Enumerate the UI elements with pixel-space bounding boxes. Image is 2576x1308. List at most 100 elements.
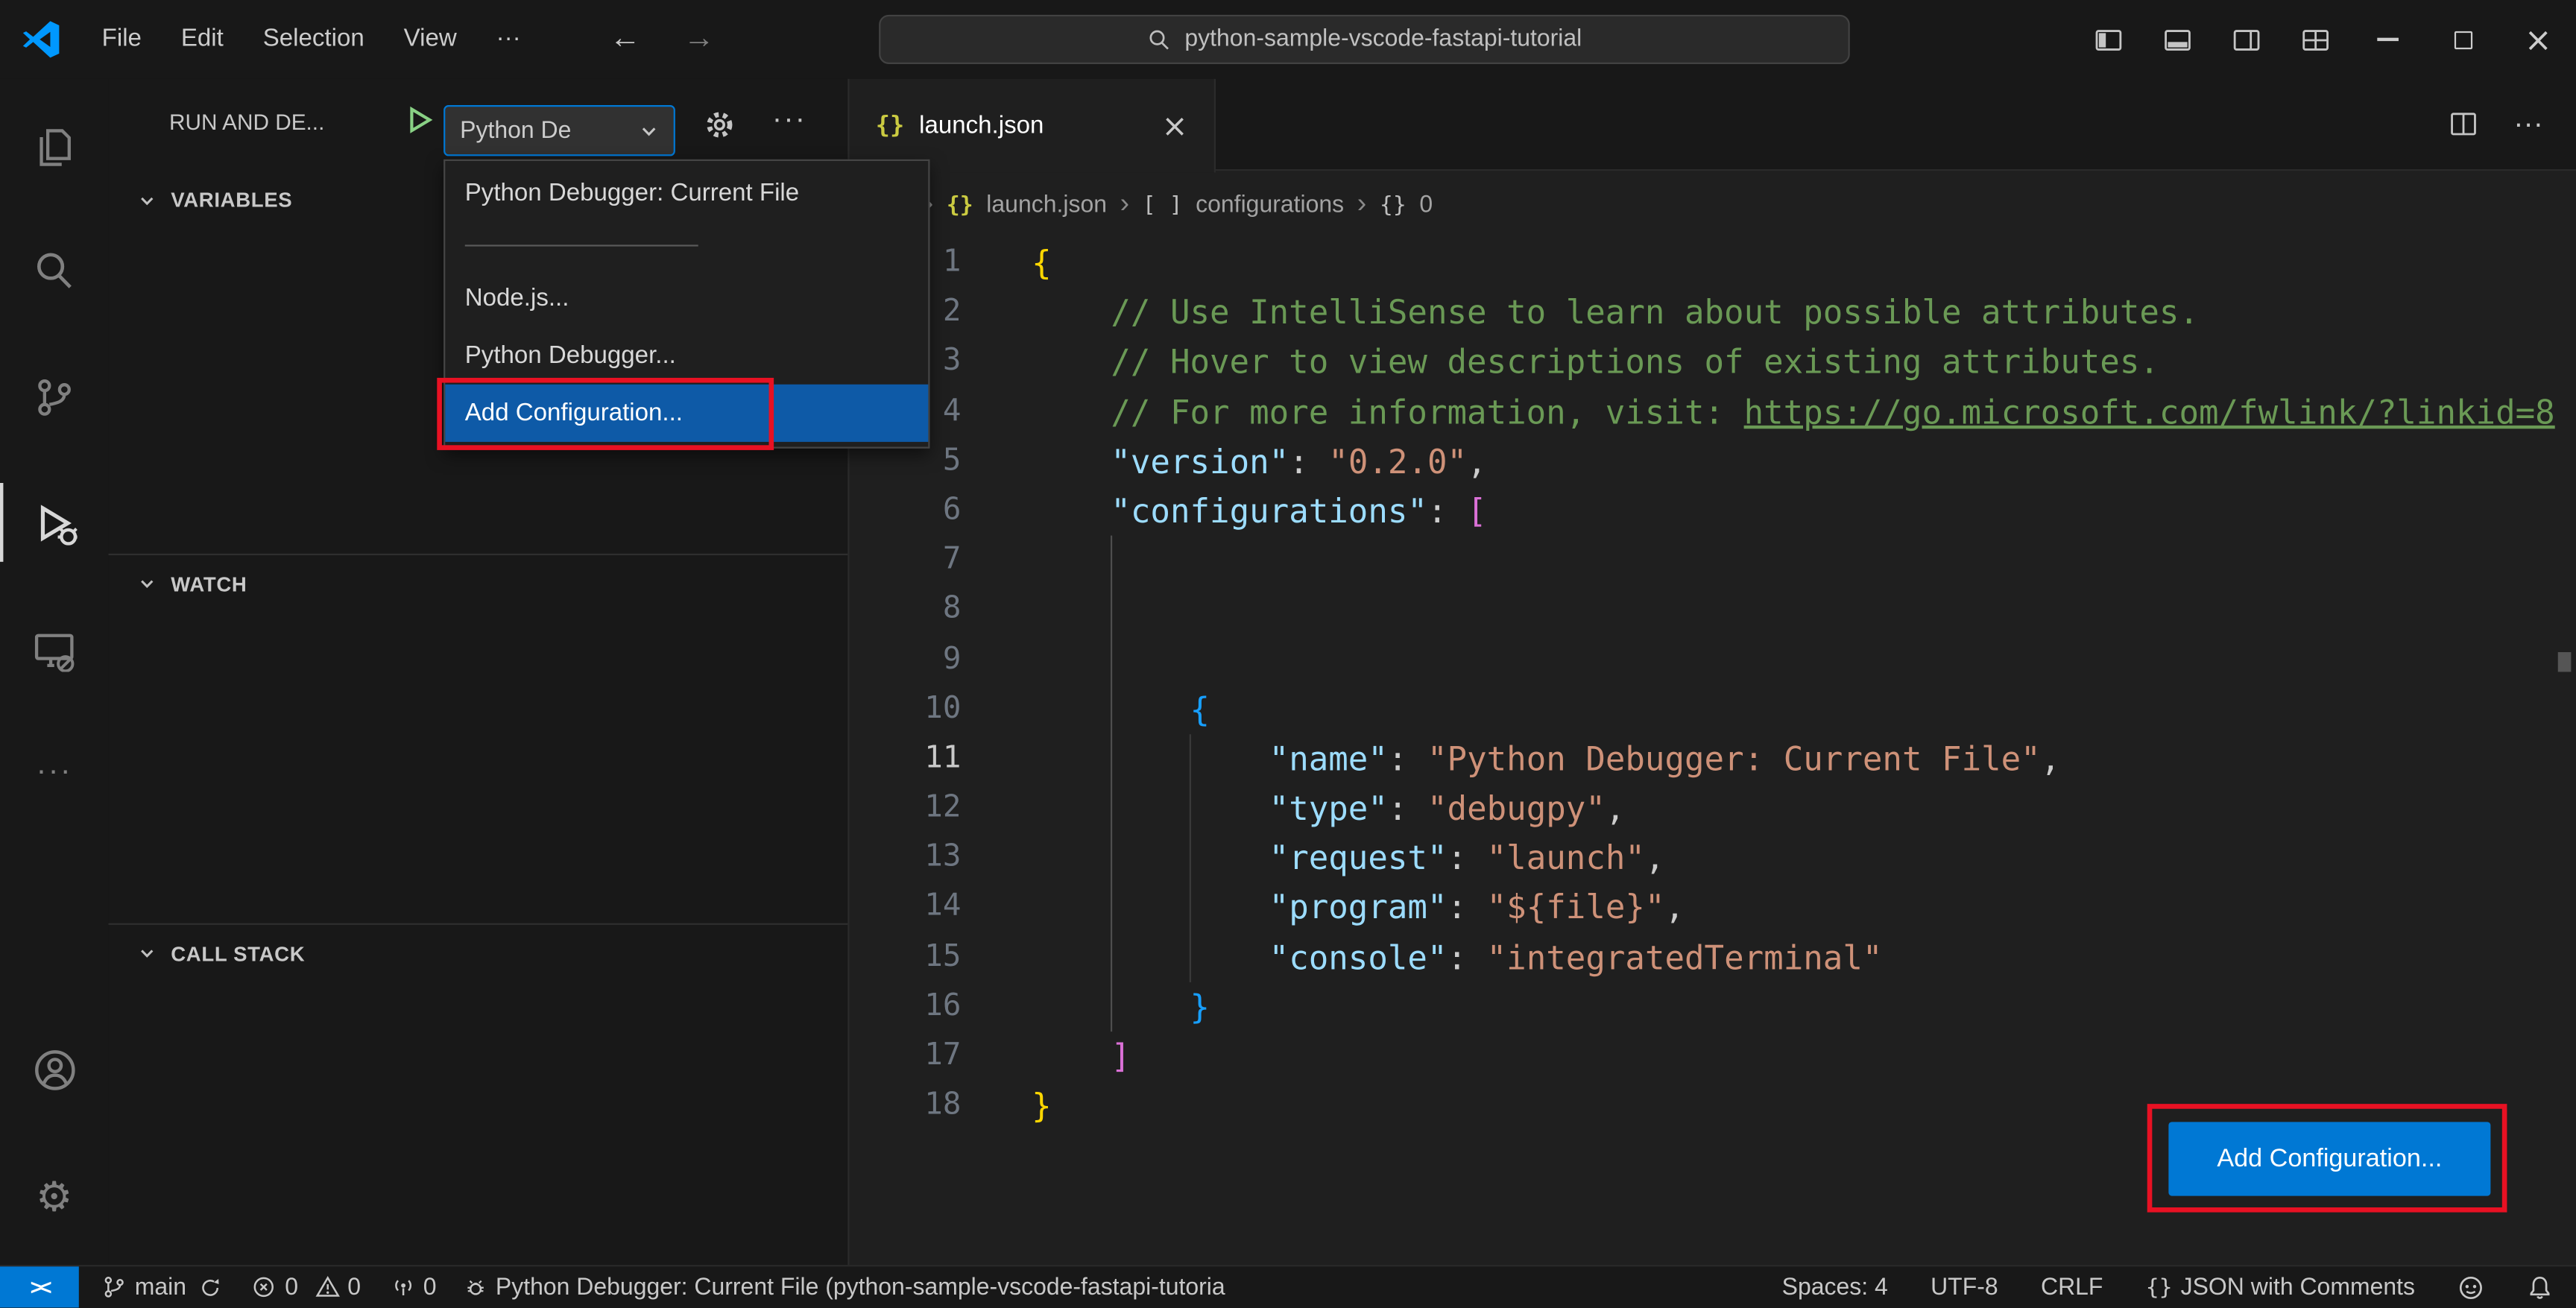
window-controls: × bbox=[2074, 0, 2576, 79]
error-count: 0 bbox=[285, 1274, 299, 1301]
files-icon bbox=[40, 129, 71, 166]
status-bar: >< main 0 0 0 Python Debugger: Current F… bbox=[0, 1265, 2576, 1308]
start-debug-icon[interactable] bbox=[402, 104, 435, 136]
code-line[interactable]: 1{ bbox=[850, 238, 2576, 288]
views-more-actions[interactable]: ··· bbox=[772, 102, 806, 136]
code-line-content bbox=[961, 536, 1032, 586]
activity-more[interactable]: ··· bbox=[0, 733, 108, 812]
menu-edit[interactable]: Edit bbox=[161, 15, 243, 64]
eol-status[interactable]: CRLF bbox=[2041, 1274, 2103, 1301]
dropdown-item-python-current-file[interactable]: Python Debugger: Current File bbox=[445, 164, 928, 221]
code-line[interactable]: 4 // For more information, visit: https:… bbox=[850, 387, 2576, 437]
code-line[interactable]: 8 bbox=[850, 585, 2576, 635]
section-watch[interactable]: WATCH bbox=[108, 553, 848, 613]
encoding-status[interactable]: UTF-8 bbox=[1931, 1274, 1998, 1301]
code-line-content: "program": "${file}", bbox=[1269, 888, 1685, 928]
remote-icon: >< bbox=[30, 1274, 52, 1300]
command-center[interactable]: python-sample-vscode-fastapi-tutorial bbox=[879, 14, 1850, 64]
maximize-button[interactable] bbox=[2425, 0, 2500, 79]
chevron-right-icon: › bbox=[1357, 187, 1367, 219]
activity-source-control[interactable] bbox=[0, 358, 108, 437]
debug-config-status[interactable]: Python Debugger: Current File (python-sa… bbox=[463, 1274, 1225, 1301]
menu-more[interactable]: ··· bbox=[476, 15, 540, 64]
breadcrumb-symbol-configurations[interactable]: configurations bbox=[1196, 192, 1344, 218]
close-icon: × bbox=[2524, 19, 2552, 60]
line-number: 13 bbox=[924, 839, 962, 875]
language-status[interactable]: {} JSON with Comments bbox=[2146, 1274, 2415, 1301]
menu-selection[interactable]: Selection bbox=[243, 15, 384, 64]
close-button[interactable]: × bbox=[2501, 0, 2576, 79]
dropdown-item-python-debugger[interactable]: Python Debugger... bbox=[445, 327, 928, 385]
code-line-content: "version": "0.2.0", bbox=[1111, 441, 1487, 481]
code-line[interactable]: 10 { bbox=[850, 684, 2576, 734]
tab-close-icon[interactable]: × bbox=[1161, 107, 1187, 143]
code-line[interactable]: 15 "console": "integratedTerminal" bbox=[850, 932, 2576, 982]
line-number: 10 bbox=[924, 691, 962, 726]
ports-status[interactable]: 0 bbox=[391, 1274, 437, 1301]
customize-layout-icon[interactable] bbox=[2292, 0, 2338, 79]
run-and-debug-icon bbox=[40, 504, 77, 545]
code-line[interactable]: 11 "name": "Python Debugger: Current Fil… bbox=[850, 734, 2576, 784]
notifications-status[interactable] bbox=[2527, 1274, 2553, 1301]
remote-indicator[interactable]: >< bbox=[0, 1266, 79, 1308]
toggle-panel-icon[interactable] bbox=[2154, 0, 2200, 79]
line-number: 9 bbox=[942, 641, 962, 676]
activity-run-and-debug[interactable] bbox=[0, 483, 108, 562]
line-number: 8 bbox=[942, 592, 962, 627]
code-line[interactable]: 9 bbox=[850, 635, 2576, 685]
code-line[interactable]: 2 // Use IntelliSense to learn about pos… bbox=[850, 288, 2576, 338]
tab-launch-json[interactable]: {} launch.json × bbox=[849, 78, 1216, 173]
problems-status[interactable]: 0 0 bbox=[252, 1274, 361, 1301]
menu-file[interactable]: File bbox=[82, 15, 161, 64]
code-line[interactable]: 12 "type": "debugpy", bbox=[850, 783, 2576, 833]
dropdown-item-nodejs[interactable]: Node.js... bbox=[445, 269, 928, 326]
code-line[interactable]: 6 "configurations": [ bbox=[850, 486, 2576, 536]
code-line[interactable]: 3 // Hover to view descriptions of exist… bbox=[850, 338, 2576, 388]
minimize-button[interactable] bbox=[2349, 0, 2425, 79]
dropdown-separator bbox=[464, 244, 698, 247]
search-icon bbox=[37, 253, 72, 288]
section-call-stack[interactable]: CALL STACK bbox=[108, 923, 848, 982]
branch-status[interactable]: main bbox=[102, 1274, 223, 1301]
editor-more-actions[interactable]: ··· bbox=[2513, 107, 2543, 141]
code-line[interactable]: 13 "request": "launch", bbox=[850, 833, 2576, 883]
copilot-status[interactable] bbox=[2457, 1274, 2484, 1301]
toggle-primary-sidebar-icon[interactable] bbox=[2085, 0, 2131, 79]
vscode-logo-icon bbox=[22, 21, 60, 58]
activity-explorer[interactable] bbox=[0, 108, 108, 187]
tab-bar: {} launch.json × ··· bbox=[849, 78, 2576, 173]
code-line[interactable]: 7 bbox=[850, 536, 2576, 586]
code-line-content bbox=[961, 635, 1032, 685]
indent-status[interactable]: Spaces: 4 bbox=[1782, 1274, 1888, 1301]
activity-remote-explorer[interactable] bbox=[0, 611, 108, 690]
activity-account[interactable] bbox=[0, 1030, 108, 1109]
debug-toolbar: RUN AND DE... Python De ··· bbox=[108, 79, 847, 171]
debug-config-picker[interactable]: Python De bbox=[443, 105, 675, 157]
symbol-array-icon: [ ] bbox=[1142, 191, 1183, 218]
code-line[interactable]: 14 "program": "${file}", bbox=[850, 883, 2576, 933]
annotation-box-add-configuration-button bbox=[2147, 1104, 2507, 1213]
breadcrumb-symbol-0[interactable]: 0 bbox=[1419, 192, 1433, 218]
menu-view[interactable]: View bbox=[384, 15, 476, 64]
sidebar-title: RUN AND DE... bbox=[169, 110, 325, 135]
code-line-content: ] bbox=[1111, 1036, 1131, 1076]
scrollbar-mark[interactable] bbox=[2557, 652, 2572, 672]
activity-settings[interactable]: ⚙ bbox=[0, 1157, 108, 1236]
code-line-content bbox=[961, 585, 1032, 635]
line-number: 16 bbox=[924, 988, 962, 1023]
code-line-content: } bbox=[1190, 987, 1210, 1027]
code-line[interactable]: 16 } bbox=[850, 982, 2576, 1032]
line-number: 12 bbox=[924, 790, 962, 825]
copilot-icon bbox=[2459, 1276, 2482, 1299]
code-line[interactable]: 17 ] bbox=[850, 1031, 2576, 1081]
code-line[interactable]: 5 "version": "0.2.0", bbox=[850, 437, 2576, 487]
split-editor-icon[interactable] bbox=[2449, 110, 2477, 138]
error-icon bbox=[254, 1277, 274, 1298]
code-line-content: // Use IntelliSense to learn about possi… bbox=[1032, 292, 2199, 332]
gear-icon[interactable] bbox=[703, 108, 736, 141]
back-arrow-icon[interactable]: ← bbox=[610, 22, 641, 57]
breadcrumb-file[interactable]: launch.json bbox=[986, 192, 1107, 218]
toggle-secondary-sidebar-icon[interactable] bbox=[2223, 0, 2269, 79]
forward-arrow-icon[interactable]: → bbox=[684, 22, 715, 57]
activity-search[interactable] bbox=[0, 232, 108, 311]
